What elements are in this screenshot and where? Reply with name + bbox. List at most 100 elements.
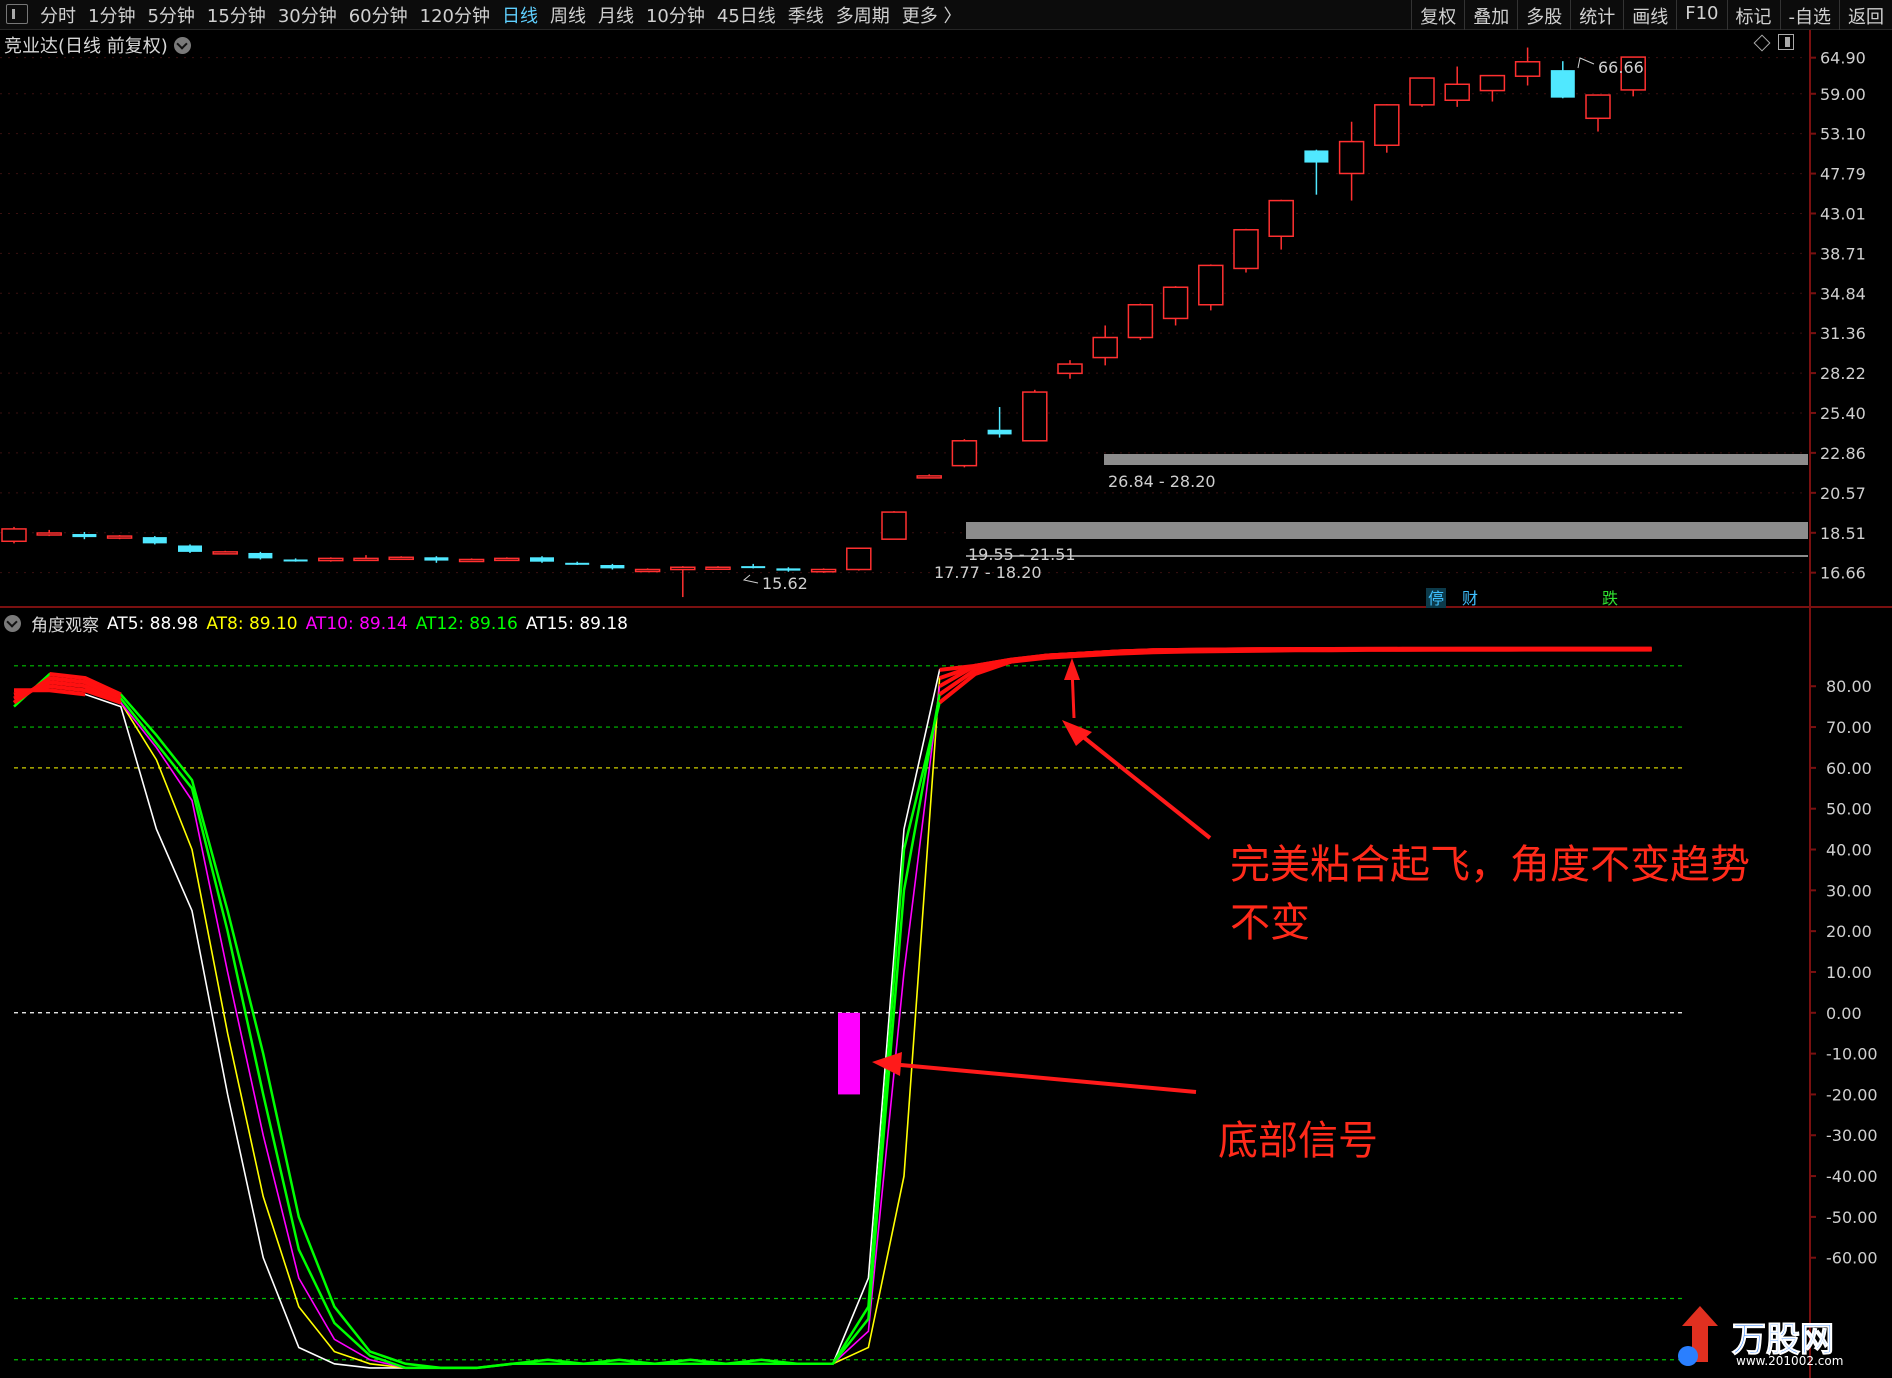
- candle-body: [916, 475, 942, 479]
- price-tick-label: 31.36: [1820, 324, 1866, 343]
- convergence-overlay: [939, 647, 1652, 672]
- candle-body: [248, 552, 273, 559]
- price-tick-label: 18.51: [1820, 524, 1866, 543]
- candle-body: [1, 528, 27, 543]
- candle-body: [1409, 77, 1435, 106]
- bottom-signal-bar: [838, 1012, 860, 1095]
- gap-bars: [966, 454, 1808, 557]
- price-tick-label: 53.10: [1820, 125, 1866, 144]
- indicator-lines: [12, 646, 1652, 1370]
- price-tick-label: 22.86: [1820, 444, 1866, 463]
- at15-value: AT15: 89.18: [525, 613, 628, 634]
- watermark-logo: 万股网 www.201002.com: [1670, 1302, 1886, 1374]
- indicator-tick-label: 30.00: [1826, 881, 1872, 900]
- indicator-tick-label: -60.00: [1826, 1249, 1878, 1268]
- flight-annotation: 完美粘合起飞，角度不变趋势 不变: [1230, 836, 1750, 952]
- candle-body: [1057, 363, 1083, 375]
- candle-body: [494, 557, 520, 562]
- indicator-tick-label: 80.00: [1826, 677, 1872, 696]
- indicator-line-at12: [13, 647, 1652, 1370]
- event-tag-3[interactable]: 跌: [1602, 589, 1618, 608]
- candle-body: [424, 557, 449, 561]
- logo-url: www.201002.com: [1736, 1354, 1844, 1368]
- price-tick-label: 28.22: [1820, 364, 1866, 383]
- indicator-tick-label: 50.00: [1826, 800, 1872, 819]
- at10-value: AT10: 89.14: [305, 613, 408, 634]
- indicator-tick-label: -20.00: [1826, 1085, 1878, 1104]
- candle-body: [458, 558, 485, 563]
- price-tick-label: 59.00: [1820, 85, 1866, 104]
- price-tick-label: 64.90: [1820, 49, 1866, 68]
- candle-body: [846, 547, 872, 571]
- candle-body: [810, 568, 837, 573]
- chart-canvas: 64.90 59.00 53.10 47.79 43.01 38.71 34.84 31.36…: [0, 30, 1892, 1378]
- candle-body: [705, 566, 731, 571]
- candle-body: [1374, 104, 1400, 147]
- at8-value: AT8: 89.10: [206, 613, 298, 634]
- chevron-down-icon[interactable]: [4, 615, 21, 632]
- candle-body: [1304, 150, 1329, 163]
- candle-body: [388, 556, 414, 561]
- price-tick-label: 25.40: [1820, 404, 1866, 423]
- candle-body: [72, 534, 97, 538]
- low-label: 15.62: [762, 574, 808, 593]
- candle-body: [1479, 74, 1506, 92]
- indicator-tick-label: -30.00: [1826, 1126, 1878, 1145]
- candle-body: [1338, 140, 1365, 175]
- candle-body: [881, 511, 907, 540]
- candle-body: [212, 551, 238, 555]
- gap-bar-lower: [966, 522, 1808, 539]
- candles: [1, 47, 1646, 598]
- indicator-name: 角度观察: [31, 616, 99, 636]
- indicator-line-at8: [13, 648, 1652, 1369]
- candle-body: [1550, 70, 1575, 98]
- candle-body: [318, 557, 344, 562]
- at12-value: AT12: 89.16: [415, 613, 518, 634]
- flight-arrowhead-up-icon: [1064, 658, 1080, 680]
- price-tick-label: 20.57: [1820, 484, 1866, 503]
- indicator-tick-label: -40.00: [1826, 1167, 1878, 1186]
- candle-body: [1514, 61, 1541, 77]
- indicator-axis: 80.00 70.00 60.00 50.00 40.00 30.00 20.00 10.00…: [1810, 677, 1878, 1268]
- indicator-line-at5: [14, 648, 1652, 1369]
- candle-body: [987, 429, 1012, 435]
- price-tick-label: 16.66: [1820, 564, 1866, 583]
- price-axis: 64.90 59.00 53.10 47.79 43.01 38.71 34.84 31.36…: [1810, 49, 1866, 583]
- at5-value: AT5: 88.98: [107, 613, 199, 634]
- price-tick-label: 34.84: [1820, 284, 1866, 303]
- candle-body: [1444, 83, 1470, 101]
- candle-body: [600, 565, 625, 569]
- price-tick-label: 38.71: [1820, 244, 1866, 263]
- flight-annotation-line1: 完美粘合起飞，角度不变趋势: [1230, 842, 1750, 888]
- candle-body: [1268, 199, 1294, 238]
- annotation-arrows: [872, 658, 1212, 1094]
- event-tag-1[interactable]: 停: [1428, 589, 1444, 608]
- candle-body: [634, 568, 661, 573]
- bottom-arrow-line: [889, 1062, 1197, 1094]
- indicator-header: 角度观察 AT5: 88.98 AT8: 89.10 AT10: 89.14 A…: [4, 611, 628, 636]
- candle-body: [776, 568, 801, 571]
- gap-label-2: 19.55 - 21.51: [968, 545, 1076, 564]
- candle-body: [1585, 94, 1611, 120]
- candle-body: [1022, 391, 1048, 442]
- candle-body: [36, 532, 62, 536]
- flight-arrow-line: [1070, 726, 1212, 840]
- flight-annotation-line2: 不变: [1230, 900, 1310, 946]
- candle-body: [1233, 229, 1259, 270]
- gap-label-3: 17.77 - 18.20: [934, 563, 1042, 582]
- price-grid: [0, 57, 1808, 574]
- indicator-line-at10: [13, 648, 1652, 1369]
- candle-body: [1198, 264, 1224, 306]
- candle-body: [1092, 336, 1118, 359]
- candle-body: [142, 537, 167, 544]
- indicator-tick-label: 10.00: [1826, 963, 1872, 982]
- candle-body: [565, 562, 590, 565]
- indicator-line-at15: [13, 647, 1652, 1370]
- candle-body: [178, 545, 202, 552]
- event-tag-2[interactable]: 财: [1462, 589, 1478, 608]
- logo-arrow-icon: [1678, 1306, 1718, 1366]
- candle-body: [530, 557, 554, 562]
- bottom-signal-annotation: 底部信号: [1218, 1118, 1378, 1164]
- indicator-tick-label: -50.00: [1826, 1208, 1878, 1227]
- candle-body: [741, 566, 766, 569]
